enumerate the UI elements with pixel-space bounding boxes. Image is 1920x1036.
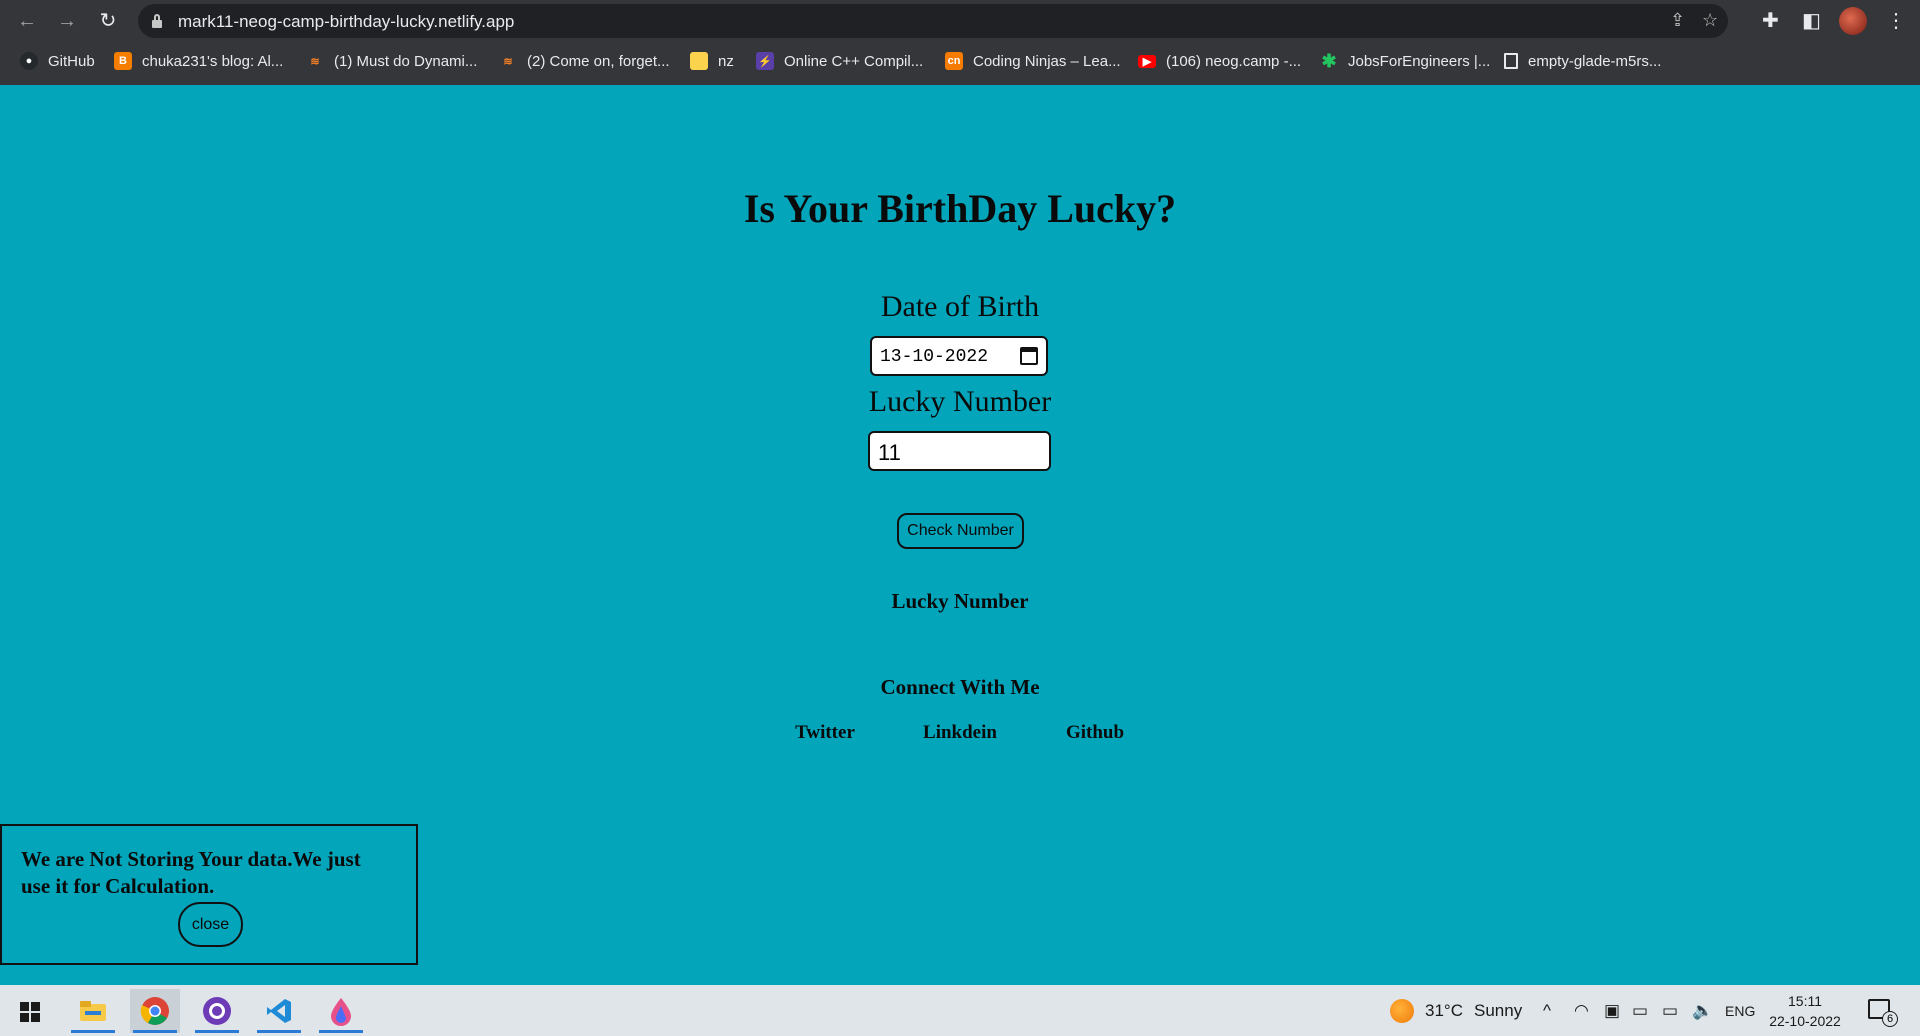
system-clock[interactable]: 15:11 22-10-2022: [1760, 991, 1850, 1031]
lock-icon[interactable]: [152, 14, 162, 28]
lucky-number-label: Lucky Number: [868, 385, 1052, 418]
bookmark-item[interactable]: ≋ (2) Come on, forget...: [499, 50, 669, 72]
weather-desc[interactable]: Sunny: [1474, 1001, 1522, 1021]
app-drop-icon[interactable]: [316, 989, 366, 1033]
github-icon: ●: [20, 52, 38, 70]
dob-date-input[interactable]: 13-10-2022: [870, 336, 1048, 376]
weather-temp[interactable]: 31°C: [1425, 1001, 1463, 1021]
bookmark-star-icon[interactable]: ☆: [1702, 10, 1718, 31]
linkedin-link[interactable]: Linkdein: [900, 722, 1020, 744]
calendar-icon[interactable]: [1020, 347, 1038, 365]
network-icon[interactable]: ◠: [1574, 1001, 1589, 1021]
dob-value: 13-10-2022: [880, 347, 989, 367]
bolt-icon: ⚡: [756, 52, 774, 70]
stackoverflow-icon: ≋: [503, 55, 513, 68]
file-explorer-icon[interactable]: [68, 989, 118, 1033]
connect-heading: Connect With Me: [880, 675, 1040, 699]
profile-avatar[interactable]: [1839, 7, 1867, 35]
folder-icon: [690, 52, 708, 70]
taskbar: 31°C Sunny ^ ◠ ▣ ▭ ▭ 🔈 ENG 15:11 22-10-2…: [0, 985, 1920, 1036]
close-button[interactable]: close: [178, 902, 243, 947]
volume-icon[interactable]: 🔈: [1692, 1001, 1713, 1021]
windows-start-icon[interactable]: [20, 1002, 40, 1022]
lucky-number-input[interactable]: 11: [868, 431, 1051, 471]
lucky-number-value: 11: [878, 440, 901, 465]
check-number-button[interactable]: Check Number: [897, 513, 1024, 549]
github-desktop-icon[interactable]: [192, 989, 242, 1033]
bookmark-item[interactable]: ≋ (1) Must do Dynami...: [306, 50, 477, 72]
bookmark-item[interactable]: empty-glade-m5rs...: [1504, 50, 1661, 72]
display-icon[interactable]: ▭: [1632, 1001, 1648, 1021]
stackoverflow-icon: ≋: [310, 55, 320, 68]
back-arrow-icon[interactable]: ←: [14, 8, 40, 34]
result-output: Lucky Number: [891, 589, 1029, 613]
privacy-notice-text: We are Not Storing Your data.We just use…: [21, 847, 361, 898]
bookmark-item[interactable]: nz: [690, 50, 734, 72]
chrome-icon[interactable]: [130, 989, 180, 1033]
menu-kebab-icon[interactable]: ⋮: [1886, 8, 1906, 33]
address-bar-row: ← → ↻ mark11-neog-camp-birthday-lucky.ne…: [0, 0, 1920, 42]
share-icon[interactable]: ⇪: [1670, 10, 1685, 31]
vscode-icon[interactable]: [254, 989, 304, 1033]
clock-time: 15:11: [1788, 993, 1822, 1009]
clock-date: 22-10-2022: [1769, 1013, 1841, 1029]
github-link[interactable]: Github: [1035, 722, 1155, 744]
battery-icon[interactable]: ▭: [1662, 1001, 1678, 1021]
bookmark-item[interactable]: ● GitHub: [20, 50, 95, 72]
codingninjas-icon: cn: [945, 52, 963, 70]
notification-icon[interactable]: 6: [1868, 999, 1898, 1027]
notification-count: 6: [1882, 1011, 1898, 1027]
weather-sun-icon[interactable]: [1390, 999, 1414, 1023]
chevron-up-icon[interactable]: ^: [1543, 1001, 1551, 1021]
bookmark-item[interactable]: ▶ (106) neog.camp -...: [1138, 50, 1301, 72]
bookmark-item[interactable]: ⚡ Online C++ Compil...: [756, 50, 923, 72]
page-icon: [1504, 53, 1518, 69]
privacy-notice: We are Not Storing Your data.We just use…: [0, 824, 418, 965]
url-text[interactable]: mark11-neog-camp-birthday-lucky.netlify.…: [178, 12, 514, 32]
language-indicator[interactable]: ENG: [1725, 1003, 1755, 1019]
youtube-icon: ▶: [1138, 54, 1156, 68]
asterisk-icon: ✱: [1321, 50, 1337, 71]
browser-chrome: ← → ↻ mark11-neog-camp-birthday-lucky.ne…: [0, 0, 1920, 85]
blogger-icon: B: [114, 52, 132, 70]
side-panel-icon[interactable]: ◧: [1802, 8, 1821, 33]
meet-icon[interactable]: ▣: [1604, 1001, 1620, 1021]
bookmarks-bar: ● GitHub B chuka231's blog: Al... ≋ (1) …: [0, 46, 1920, 76]
page-title: Is Your BirthDay Lucky?: [743, 186, 1177, 231]
twitter-link[interactable]: Twitter: [765, 722, 885, 744]
bookmark-item[interactable]: cn Coding Ninjas – Lea...: [945, 50, 1121, 72]
reload-icon[interactable]: ↻: [95, 8, 121, 34]
page-body: Is Your BirthDay Lucky? Date of Birth 13…: [0, 85, 1920, 985]
bookmark-item[interactable]: B chuka231's blog: Al...: [114, 50, 283, 72]
forward-arrow-icon[interactable]: →: [54, 8, 80, 34]
extensions-puzzle-icon[interactable]: ✚: [1762, 8, 1779, 33]
bookmark-item[interactable]: ✱ JobsForEngineers |...: [1320, 50, 1490, 72]
dob-label: Date of Birth: [880, 290, 1040, 323]
omnibox[interactable]: mark11-neog-camp-birthday-lucky.netlify.…: [138, 4, 1728, 38]
